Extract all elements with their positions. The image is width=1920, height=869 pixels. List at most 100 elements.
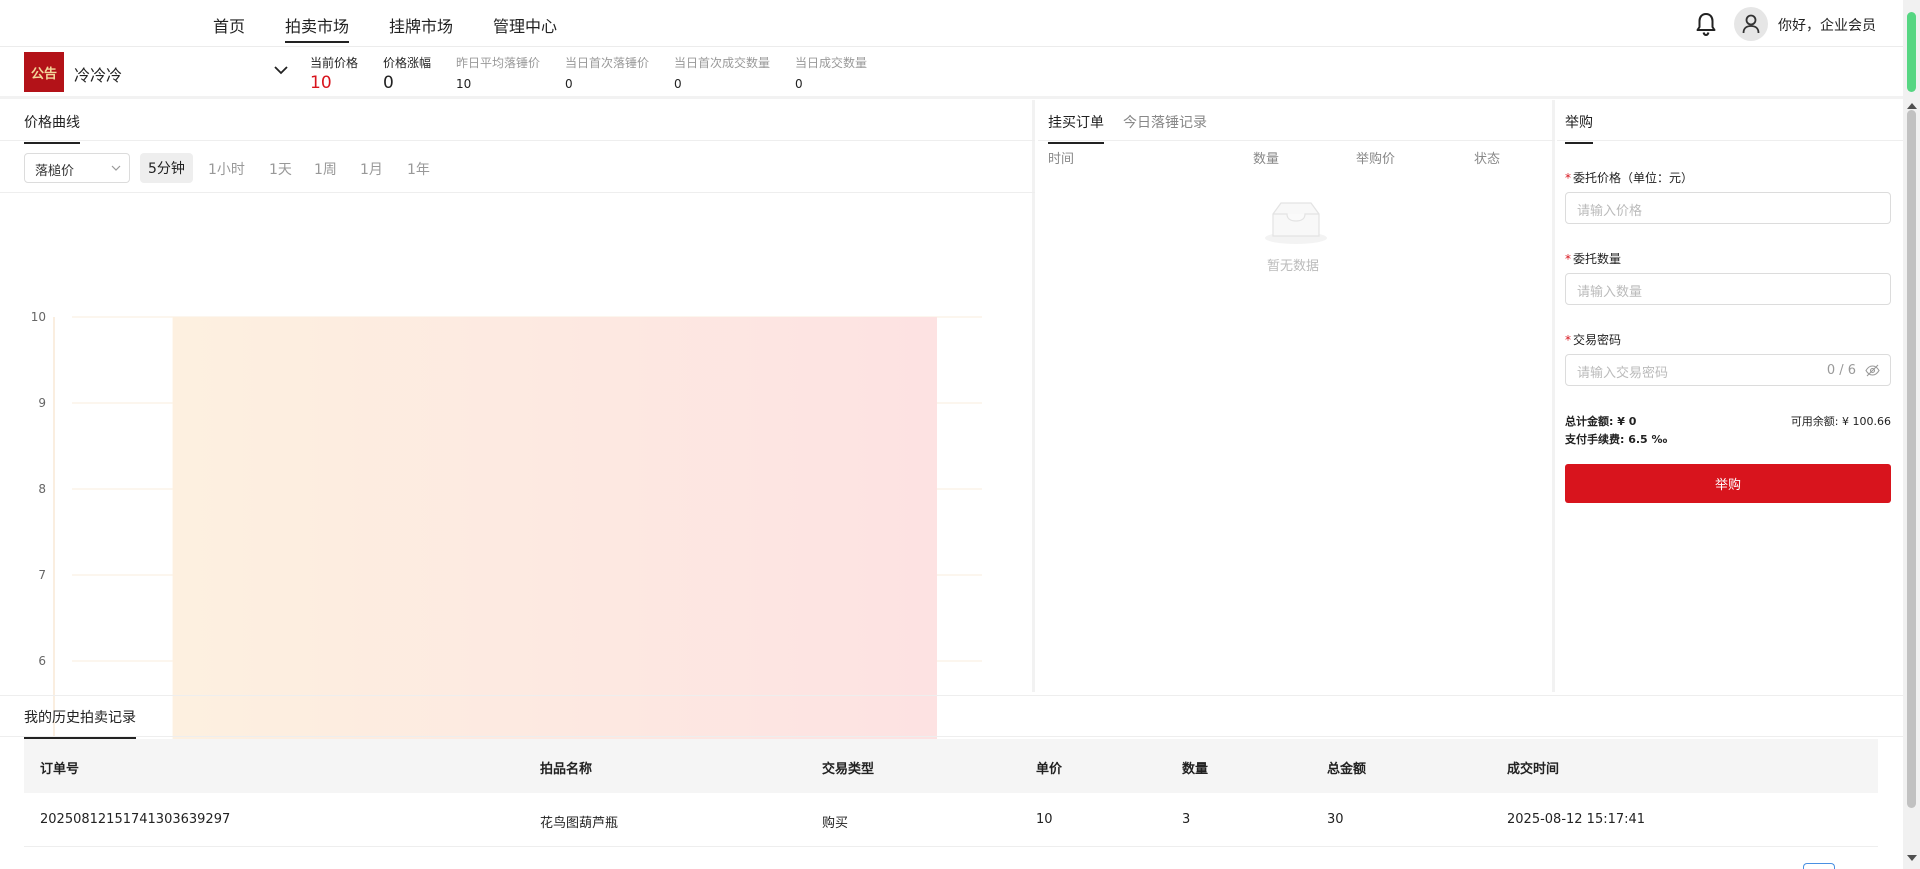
y-tick-label: 8 [38,482,46,496]
chevron-down-icon [111,165,121,171]
required-mark: * [1565,171,1571,185]
label-text: 委托数量 [1573,252,1622,266]
table-row[interactable]: 20250812151741303639297 花鸟图葫芦瓶 购买 10 3 3… [24,793,1878,847]
scroll-up-arrow-icon[interactable] [1907,103,1917,109]
empty-inbox-icon [1265,202,1327,244]
th-quantity: 数量 [1182,762,1209,777]
required-mark: * [1565,252,1571,266]
divider [0,192,1035,193]
divider [1557,140,1903,141]
placeholder: 请输入价格 [1577,204,1643,219]
user-icon [1742,14,1760,34]
col-bid-price: 举购价 [1356,152,1396,167]
stat-first-hammer: 当日首次落锤价 0 [565,54,649,91]
scrollbar-thumb[interactable] [1907,110,1916,808]
tab-today-hammer-records[interactable]: 今日落锤记录 [1123,112,1207,132]
stat-deal-qty: 当日成交数量 0 [795,54,867,91]
label-text: 交易密码 [1573,333,1622,347]
price-field-label: * 委托价格（单位：元） [1565,169,1693,186]
price-type-select[interactable]: 落槌价 [24,153,130,183]
scroll-indicator [1907,12,1916,92]
bell-icon[interactable] [1694,11,1718,37]
period-1hour[interactable]: 1小时 [208,159,245,179]
cell-trade-type: 购买 [822,816,849,831]
stat-label: 当日首次落锤价 [565,56,650,70]
stat-value: 0 [565,77,573,91]
nav-management-center[interactable]: 管理中心 [493,13,557,37]
col-quantity: 数量 [1253,152,1280,167]
stat-value: 0 [674,77,682,91]
user-greeting[interactable]: 你好，企业会员 [1778,15,1876,35]
cell-deal-time: 2025-08-12 15:17:41 [1507,812,1646,827]
available-balance: 可用余额: ¥ 100.66 [1790,415,1891,428]
total-amount: 总计金额: ¥ 0 [1565,415,1637,428]
y-tick-label: 7 [38,568,46,582]
th-trade-type: 交易类型 [822,762,875,777]
period-5min[interactable]: 5分钟 [140,153,193,183]
cell-unit-price: 10 [1036,812,1053,827]
buy-panel: 举购 * 委托价格（单位：元） 请输入价格 * 委托数量 请输入数量 * 交易密码 请… [1557,100,1903,692]
stat-yesterday-avg: 昨日平均落锤价 10 [456,54,540,91]
password-counter: 0 / 6 [1826,363,1856,378]
password-field-label: * 交易密码 [1565,331,1621,348]
stat-label: 当日成交数量 [795,56,868,70]
select-value: 落槌价 [35,164,75,179]
stat-label: 当前价格 [310,56,359,70]
y-tick-label: 9 [38,396,46,410]
top-nav: 首页 拍卖市场 挂牌市场 管理中心 你好，企业会员 [0,0,1903,47]
price-input[interactable]: 请输入价格 [1565,192,1891,224]
password-input[interactable]: 请输入交易密码 0 / 6 [1565,354,1891,386]
stat-label: 昨日平均落锤价 [456,56,541,70]
y-tick-label: 10 [31,310,46,324]
period-1year[interactable]: 1年 [407,159,430,179]
avatar[interactable] [1734,7,1768,41]
quantity-input[interactable]: 请输入数量 [1565,273,1891,305]
divider [0,140,1035,141]
pagination-button[interactable] [1803,863,1835,869]
bid-button[interactable]: 举购 [1565,464,1891,503]
cell-total: 30 [1327,812,1344,827]
stat-price-change: 价格涨幅 0 [383,54,431,93]
table-header: 订单号 拍品名称 交易类型 单价 数量 总金额 成交时间 [24,739,1878,793]
eye-off-icon[interactable] [1865,364,1880,377]
period-1month[interactable]: 1月 [360,159,383,179]
empty-text: 暂无数据 [1267,259,1320,274]
qty-field-label: * 委托数量 [1565,250,1621,267]
tab-history[interactable]: 我的历史拍卖记录 [24,707,136,739]
product-bar: 公告 冷冷冷 当前价格 10 价格涨幅 0 昨日平均落锤价 10 当日首次落锤价… [0,48,1903,99]
price-chart-panel: 价格曲线 落槌价 5分钟 1小时 1天 1周 1月 1年 1098765 202… [0,100,1035,770]
nav-listing-market[interactable]: 挂牌市场 [389,13,453,37]
stat-value: 0 [795,77,803,91]
th-unit-price: 单价 [1036,762,1063,777]
payment-fee: 支付手续费: 6.5 ‰ [1565,433,1668,446]
th-item-name: 拍品名称 [540,762,593,777]
page-scrollbar[interactable] [1903,0,1920,869]
placeholder: 请输入数量 [1577,285,1643,300]
logo-text: 公告 [30,66,57,82]
nav-auction-market[interactable]: 拍卖市场 [285,13,350,43]
th-order-no: 订单号 [40,762,80,777]
price-chart: 1098765 2025-10-28 10:302025-10-28 10:40… [31,310,982,770]
placeholder: 请输入交易密码 [1577,366,1669,381]
period-1day[interactable]: 1天 [269,159,292,179]
label-text: 委托价格（单位：元） [1573,171,1694,185]
price-area-fill [172,317,938,747]
divider [0,736,1903,737]
required-mark: * [1565,333,1571,347]
y-tick-label: 6 [38,654,46,668]
stat-label: 当日首次成交数量 [674,56,771,70]
auction-history-section: 我的历史拍卖记录 订单号 拍品名称 交易类型 单价 数量 总金额 成交时间 20… [0,695,1903,869]
cell-order-no: 20250812151741303639297 [40,812,231,827]
product-name[interactable]: 冷冷冷 [74,62,122,86]
scroll-down-arrow-icon[interactable] [1907,855,1917,861]
chevron-down-icon[interactable] [273,64,289,76]
col-time: 时间 [1048,152,1075,167]
nav-home[interactable]: 首页 [213,13,245,37]
th-total: 总金额 [1327,762,1367,777]
period-1week[interactable]: 1周 [314,159,337,179]
stat-current-price: 当前价格 10 [310,54,358,93]
th-deal-time: 成交时间 [1507,762,1560,777]
orders-panel: 挂买订单 今日落锤记录 时间 数量 举购价 状态 暂无数据 [1038,100,1555,692]
stat-value: 10 [310,73,332,93]
divider [1038,140,1555,141]
